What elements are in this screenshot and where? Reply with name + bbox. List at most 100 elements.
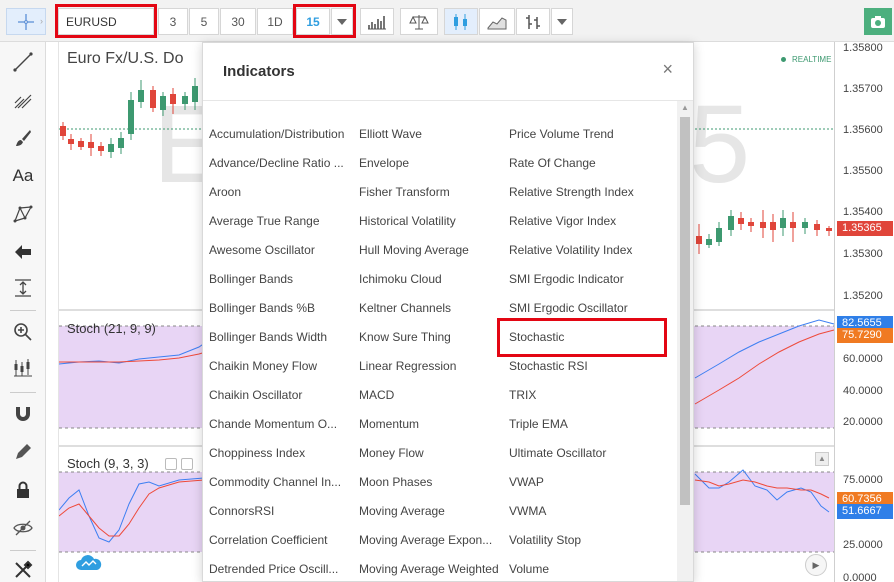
symbol-input[interactable]: EURUSD (58, 8, 154, 35)
indicator-item[interactable]: Triple EMA (509, 416, 651, 432)
scrollbar-thumb[interactable] (680, 117, 690, 505)
hide-tool[interactable] (8, 514, 38, 542)
measure-tool[interactable] (8, 274, 38, 302)
indicator-item[interactable]: Moving Average Expon... (359, 532, 503, 548)
indicator-item[interactable]: Detrended Price Oscill... (209, 561, 351, 577)
candles-tool[interactable] (8, 354, 38, 382)
indicator-item[interactable]: Momentum (359, 416, 503, 432)
indicator-item[interactable]: Chande Momentum O... (209, 416, 351, 432)
price-axis[interactable]: 1.35800 1.35700 1.35600 1.35500 1.35400 … (834, 42, 894, 582)
indicator-item[interactable]: Chaikin Oscillator (209, 387, 351, 403)
indicator-item[interactable]: Stochastic (509, 329, 651, 345)
area-chart-icon (487, 16, 507, 29)
indicator-item[interactable]: Price Volume Trend (509, 126, 651, 142)
indicator-item[interactable]: Awesome Oscillator (209, 242, 351, 258)
candles-icon (14, 359, 32, 377)
indicator-item[interactable]: MACD (359, 387, 503, 403)
style-dropdown-button[interactable] (551, 8, 573, 35)
indicator-item[interactable]: Money Flow (359, 445, 503, 461)
price-label: 1.35600 (843, 124, 883, 136)
arrow-tool[interactable] (8, 238, 38, 266)
ohlc-icon (526, 14, 540, 29)
indicator-item[interactable]: Relative Volatility Index (509, 242, 651, 258)
top-toolbar: › EURUSD 3 5 30 1D 15 (0, 0, 894, 42)
indicator-item[interactable]: Stochastic RSI (509, 358, 651, 374)
magnet-tool[interactable] (8, 400, 38, 428)
indicator-item[interactable]: Moving Average Weighted (359, 561, 503, 577)
indicator-item[interactable]: Correlation Coefficient (209, 532, 351, 548)
interval-1d-button[interactable]: 1D (257, 8, 293, 35)
indicator-item[interactable]: Know Sure Thing (359, 329, 503, 345)
close-icon[interactable]: × (662, 59, 673, 80)
indicator-item[interactable]: Relative Strength Index (509, 184, 651, 200)
scales-icon (409, 14, 429, 29)
indicator-item[interactable]: Bollinger Bands Width (209, 329, 351, 345)
dialog-title: Indicators (223, 63, 295, 80)
interval-dropdown-button[interactable] (331, 8, 353, 35)
indicator-item[interactable]: Rate Of Change (509, 155, 651, 171)
indicator-item[interactable]: Ultimate Oscillator (509, 445, 651, 461)
indicator-item[interactable]: SMI Ergodic Oscillator (509, 300, 651, 316)
indicator-item[interactable]: Choppiness Index (209, 445, 351, 461)
interval-3-button[interactable]: 3 (158, 8, 188, 35)
indicator-item[interactable]: Volume (509, 561, 651, 577)
bars-style-button[interactable] (360, 8, 394, 35)
indicator-item[interactable]: Linear Regression (359, 358, 503, 374)
indicator-item[interactable]: Chaikin Money Flow (209, 358, 351, 374)
trend-line-tool[interactable] (8, 48, 38, 76)
stoch2-label: 75.0000 (843, 474, 883, 486)
text-tool[interactable]: Aa (8, 162, 38, 190)
indicator-item[interactable]: VWAP (509, 474, 651, 490)
settings-icon[interactable] (165, 458, 177, 470)
play-button[interactable]: ▶ (805, 554, 827, 576)
candles-style-button[interactable] (444, 8, 478, 35)
area-style-button[interactable] (479, 8, 515, 35)
indicator-item[interactable]: TRIX (509, 387, 651, 403)
indicator-item[interactable]: Moving Average (359, 503, 503, 519)
pattern-tool[interactable] (8, 200, 38, 228)
scroll-up-icon[interactable]: ▲ (677, 101, 693, 115)
interval-15-button[interactable]: 15 (296, 8, 330, 35)
indicator-item[interactable]: Aroon (209, 184, 351, 200)
indicator-item[interactable]: Relative Vigor Index (509, 213, 651, 229)
toolbar-divider (10, 310, 36, 311)
brush-tool[interactable] (8, 124, 38, 152)
indicator-item[interactable]: Envelope (359, 155, 503, 171)
maximize-pane-icon[interactable]: ▲ (815, 452, 829, 466)
indicator-item[interactable]: Keltner Channels (359, 300, 503, 316)
indicator-item[interactable]: Average True Range (209, 213, 351, 229)
pencil-tool[interactable] (8, 438, 38, 466)
indicator-item[interactable]: Accumulation/Distribution (209, 126, 351, 142)
compare-button[interactable] (400, 8, 438, 35)
indicator-item[interactable]: Bollinger Bands (209, 271, 351, 287)
indicator-item[interactable]: Historical Volatility (359, 213, 503, 229)
interval-1d-label: 1D (267, 14, 283, 29)
indicator-item[interactable]: Volatility Stop (509, 532, 651, 548)
indicator-item[interactable]: Moon Phases (359, 474, 503, 490)
pitchfork-tool[interactable] (8, 86, 38, 114)
tools-menu[interactable] (8, 556, 38, 582)
indicator-item[interactable]: Fisher Transform (359, 184, 503, 200)
ohlc-style-button[interactable] (516, 8, 550, 35)
indicator-item[interactable]: SMI Ergodic Indicator (509, 271, 651, 287)
interval-15-label: 15 (306, 14, 320, 29)
interval-30-button[interactable]: 30 (220, 8, 256, 35)
indicator-item[interactable]: Elliott Wave (359, 126, 503, 142)
close-pane-icon[interactable] (181, 458, 193, 470)
indicator-item[interactable]: ConnorsRSI (209, 503, 351, 519)
lock-tool[interactable] (8, 476, 38, 504)
indicator-item[interactable]: Hull Moving Average (359, 242, 503, 258)
snapshot-button[interactable] (864, 8, 892, 35)
indicator-item[interactable]: Advance/Decline Ratio ... (209, 155, 351, 171)
indicator-item[interactable]: VWMA (509, 503, 651, 519)
indicator-item[interactable]: Ichimoku Cloud (359, 271, 503, 287)
zoom-tool[interactable] (8, 318, 38, 346)
interval-5-button[interactable]: 5 (189, 8, 219, 35)
indicator-item[interactable]: Commodity Channel In... (209, 474, 351, 490)
fork-icon (14, 94, 32, 109)
interval-5-label: 5 (200, 14, 208, 29)
stoch2-k-tag: 51.6667 (837, 504, 893, 519)
symbol-text: EURUSD (66, 14, 117, 29)
scrollbar[interactable]: ▲ (677, 101, 693, 581)
indicator-item[interactable]: Bollinger Bands %B (209, 300, 351, 316)
